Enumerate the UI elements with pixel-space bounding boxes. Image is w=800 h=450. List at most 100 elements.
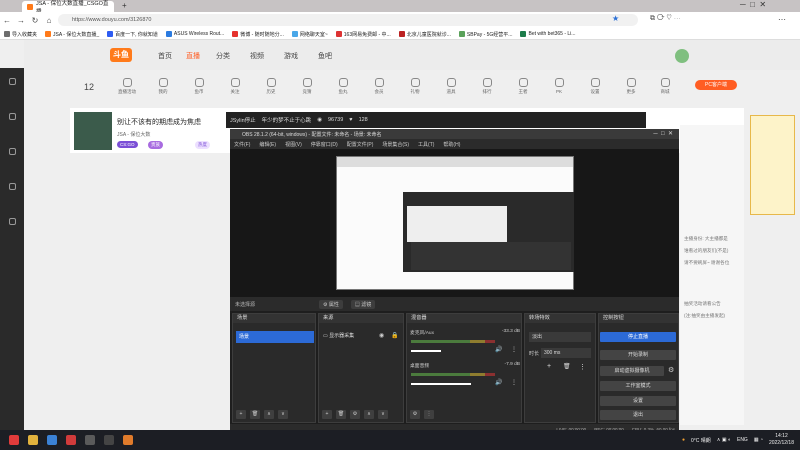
fans-badge[interactable]: 贵族 (148, 141, 163, 149)
bookmark-item[interactable]: ASUS Wireless Rout... (165, 31, 224, 37)
visibility-icon[interactable]: ◉ (379, 332, 384, 339)
menu-profile[interactable]: 配置文件(P) (347, 141, 374, 148)
app-icon[interactable] (85, 435, 95, 445)
advanced-audio-icon[interactable]: ⚙ (410, 410, 420, 419)
settings-button[interactable]: 设置 (600, 396, 676, 406)
move-up-icon[interactable]: ∧ (264, 410, 274, 419)
file-explorer-icon[interactable] (28, 435, 38, 445)
delete-icon[interactable]: 🗑 (563, 363, 571, 370)
add-icon[interactable]: + (547, 363, 551, 370)
language[interactable]: ENG (737, 437, 748, 443)
transition-menu-icon[interactable]: ⋮ (579, 363, 586, 371)
start-icon[interactable] (9, 435, 19, 445)
nav-game[interactable]: 游戏 (284, 51, 298, 61)
clock[interactable]: 14:12 2022/12/18 (769, 433, 794, 447)
category-item[interactable]: 历史 (256, 78, 286, 95)
menu-icon[interactable]: ⋯ (778, 15, 786, 24)
bookmark-item[interactable]: Bet with bet365 - Li... (520, 31, 575, 37)
virtual-camera-button[interactable]: 启动虚拟摄像机 (600, 366, 664, 376)
category-item[interactable]: 直播活动 (112, 78, 142, 95)
app-icon[interactable] (66, 435, 76, 445)
category-item[interactable]: 关注 (220, 78, 250, 95)
favorite-star-icon[interactable]: ★ (612, 14, 619, 23)
channel-menu-icon[interactable]: ⋮ (511, 379, 517, 386)
nav-home[interactable]: 首页 (158, 51, 172, 61)
stop-streaming-button[interactable]: 停止直播 (600, 332, 676, 342)
category-item[interactable]: 会员 (364, 78, 394, 95)
volume-slider[interactable] (411, 383, 471, 385)
sidebar-item[interactable] (2, 113, 22, 122)
volume-slider[interactable] (411, 350, 441, 352)
menu-docks[interactable]: 停靠窗口(D) (311, 141, 338, 148)
bookmark-item[interactable]: JSA - 保位大数直播_ (45, 31, 99, 38)
reload-icon[interactable]: ↻ (28, 14, 42, 28)
weather[interactable]: 0°C 晴朗 (691, 437, 711, 444)
bookmark-item[interactable]: 163网易免费邮 - 中... (335, 31, 391, 38)
sidebar-item[interactable] (2, 218, 22, 227)
exit-button[interactable]: 退出 (600, 410, 676, 420)
forward-icon[interactable]: → (14, 14, 28, 28)
virtual-camera-settings-icon[interactable]: ⚙ (668, 366, 674, 374)
filters-button[interactable]: ▤ 滤镜 (350, 299, 376, 309)
start-recording-button[interactable]: 开始录制 (600, 350, 676, 360)
channel-menu-icon[interactable]: ⋮ (511, 346, 517, 353)
menu-help[interactable]: 帮助(H) (443, 141, 460, 148)
category-item[interactable]: 鱼丸 (328, 78, 358, 95)
category-item[interactable]: 王者 (508, 78, 538, 95)
bookmark-item[interactable]: 百度一下, 你就知道 (107, 31, 158, 38)
back-icon[interactable]: ← (0, 14, 14, 28)
new-tab-button[interactable]: + (122, 1, 127, 10)
menu-edit[interactable]: 编辑(E) (259, 141, 276, 148)
bookmark-item[interactable]: 网络聊天室~ (291, 31, 328, 38)
menu-scene-collection[interactable]: 场景集合(S) (382, 141, 409, 148)
studio-mode-button[interactable]: 工作室模式 (600, 381, 676, 391)
properties-button[interactable]: ⚙ 属性 (319, 299, 343, 309)
category-item[interactable]: 礼物 (400, 78, 430, 95)
site-logo[interactable]: 斗鱼 (110, 48, 132, 62)
obs-icon[interactable] (104, 435, 114, 445)
scene-item[interactable]: 场景 (236, 331, 314, 343)
sidebar-item[interactable] (2, 78, 22, 87)
app-icon[interactable] (123, 435, 133, 445)
speaker-icon[interactable]: 🔊 (495, 346, 502, 353)
streamer-name[interactable]: JSA - 保位大数 (117, 131, 150, 138)
network-icon[interactable]: ▦ ◔ (754, 437, 763, 443)
category-item[interactable]: 排行 (472, 78, 502, 95)
category-item[interactable]: 更多 (616, 78, 646, 95)
category-item[interactable]: PK (544, 78, 574, 94)
move-down-icon[interactable]: ∨ (278, 410, 288, 419)
category-item[interactable]: 商城 (650, 78, 680, 95)
speaker-icon[interactable]: 🔊 (495, 379, 502, 386)
window-controls[interactable]: ─ □ ✕ (740, 0, 766, 9)
home-icon[interactable]: ⌂ (42, 14, 56, 28)
browser-tab[interactable]: JSA - 保位大数直播_CSGO直播 (22, 1, 114, 15)
transition-select[interactable]: 淡出 (529, 332, 591, 342)
settings-icon[interactable]: ⚙ (350, 410, 360, 419)
bookmark-item[interactable]: 导入收藏夹 (4, 31, 37, 38)
streamer-avatar[interactable] (74, 112, 112, 150)
menu-file[interactable]: 文件(F) (234, 141, 250, 148)
bookmark-item[interactable]: 微博 - 随时随地分... (232, 31, 284, 38)
move-down-icon[interactable]: ∨ (378, 410, 388, 419)
add-icon[interactable]: + (322, 410, 332, 419)
category-item[interactable]: 道具 (436, 78, 466, 95)
tray-icons[interactable]: ∧ ▣ ◐ (717, 437, 731, 443)
add-icon[interactable]: + (236, 410, 246, 419)
menu-view[interactable]: 视图(V) (285, 141, 302, 148)
bookmark-item[interactable]: 北京儿童医院就诊... (398, 31, 451, 38)
category-tag[interactable]: CS:GO (117, 141, 138, 148)
obs-window-controls[interactable]: ─ □ ✕ (653, 130, 673, 137)
nav-live[interactable]: 直播 (186, 51, 200, 61)
category-item[interactable]: 设置 (580, 78, 610, 95)
nav-fishbar[interactable]: 鱼吧 (318, 51, 332, 61)
lock-icon[interactable]: 🔒 (391, 332, 398, 339)
nav-video[interactable]: 视频 (250, 51, 264, 61)
menu-tools[interactable]: 工具(T) (418, 141, 434, 148)
category-item[interactable]: 竞猜 (292, 78, 322, 95)
pc-client-button[interactable]: PC客户端 (695, 80, 737, 90)
promo-banner[interactable] (750, 115, 795, 215)
url-input[interactable]: https://www.douyu.com/3126870 (58, 14, 638, 26)
mixer-menu-icon[interactable]: ⋮ (424, 410, 434, 419)
avatar[interactable] (675, 49, 689, 63)
extensions-icon[interactable]: ⧉ ⟳ ♡ ⋯ (650, 15, 681, 23)
